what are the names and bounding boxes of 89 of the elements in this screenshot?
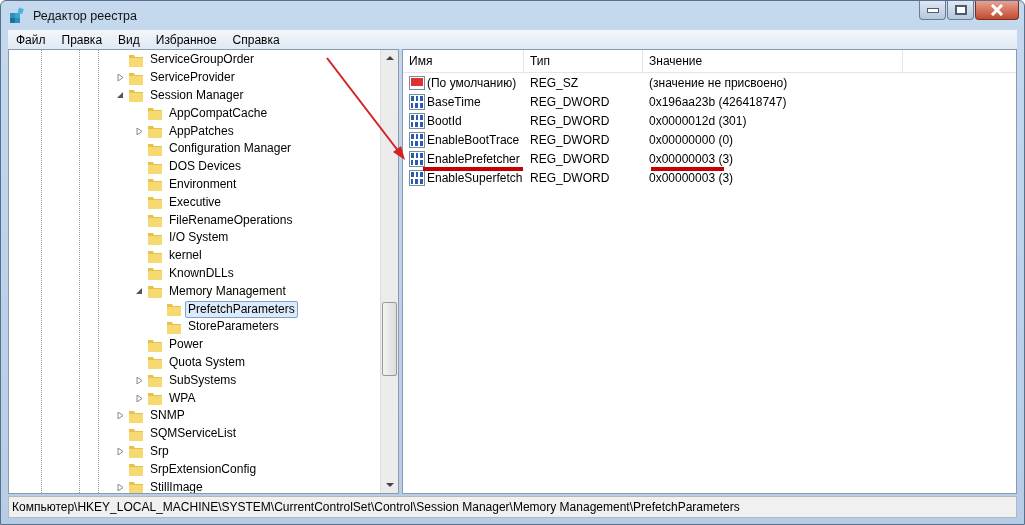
- value-type: REG_DWORD: [529, 132, 611, 147]
- string-value-icon: [409, 74, 425, 91]
- value-data: 0x00000000 (0): [648, 132, 735, 147]
- tree-item[interactable]: StoreParameters: [185, 318, 282, 336]
- tree-item[interactable]: Executive: [166, 193, 225, 211]
- value-type: REG_DWORD: [529, 170, 611, 185]
- expanded-triangle-icon[interactable]: [136, 287, 143, 295]
- value-type: REG_DWORD: [529, 94, 611, 109]
- tree-item[interactable]: SrpExtensionConfig: [147, 460, 260, 478]
- tree-item[interactable]: ServiceGroupOrder: [147, 51, 258, 69]
- tree-item[interactable]: Srp: [147, 442, 172, 460]
- value-name[interactable]: EnableSuperfetch: [427, 170, 523, 185]
- value-data: 0x00000003 (3): [648, 151, 735, 166]
- folder-icon: [147, 372, 163, 389]
- binary-value-icon: [409, 93, 425, 110]
- collapsed-triangle-icon[interactable]: [117, 447, 124, 455]
- value-type: REG_DWORD: [529, 113, 611, 128]
- folder-icon: [147, 194, 163, 211]
- folder-icon: [147, 105, 163, 122]
- menu-item[interactable]: Справка: [224, 32, 288, 47]
- value-type: REG_SZ: [529, 75, 579, 90]
- menu-item[interactable]: Избранное: [147, 32, 225, 47]
- tree-item[interactable]: Session Manager: [147, 87, 247, 104]
- tree-item[interactable]: Environment: [166, 175, 240, 193]
- value-name[interactable]: BaseTime: [427, 94, 481, 109]
- folder-icon: [128, 479, 144, 493]
- folder-icon: [147, 390, 163, 407]
- window-title: Редактор реестра: [33, 8, 138, 23]
- collapsed-triangle-icon[interactable]: [117, 74, 124, 82]
- binary-value-icon: [409, 112, 425, 129]
- vertical-scrollbar[interactable]: [380, 50, 398, 493]
- tree-item[interactable]: DOS Devices: [166, 158, 245, 176]
- tree-item[interactable]: kernel: [166, 247, 205, 265]
- close-button[interactable]: [975, 1, 1019, 20]
- tree-item[interactable]: Quota System: [166, 353, 249, 371]
- tree-item[interactable]: AppPatches: [166, 122, 237, 140]
- binary-value-icon: [409, 150, 425, 167]
- collapsed-triangle-icon[interactable]: [136, 376, 143, 384]
- value-name[interactable]: EnableBootTrace: [427, 132, 520, 147]
- folder-icon: [128, 461, 144, 478]
- maximize-button[interactable]: [947, 1, 974, 20]
- tree-item[interactable]: SubSystems: [166, 371, 240, 389]
- tree-item[interactable]: KnownDLLs: [166, 264, 237, 282]
- tree-item[interactable]: SNMP: [147, 407, 188, 425]
- value-name[interactable]: BootId: [427, 113, 462, 128]
- value-name[interactable]: (По умолчанию): [427, 75, 517, 90]
- value-data: 0x00000003 (3): [648, 170, 735, 185]
- folder-icon: [147, 283, 163, 300]
- column-header[interactable]: Имя: [403, 50, 524, 72]
- expanded-triangle-icon[interactable]: [117, 92, 124, 99]
- binary-value-icon: [409, 169, 425, 186]
- tree-item[interactable]: AppCompatCache: [166, 104, 271, 122]
- tree-item[interactable]: StillImage: [147, 478, 206, 493]
- menu-item[interactable]: Правка: [53, 32, 111, 47]
- menu-item[interactable]: Файл: [8, 32, 54, 47]
- tree-item[interactable]: I/O System: [166, 229, 232, 247]
- folder-icon: [166, 301, 182, 318]
- tree-item[interactable]: ServiceProvider: [147, 69, 238, 87]
- value-data: 0x0000012d (301): [648, 113, 748, 128]
- status-path: Компьютер\HKEY_LOCAL_MACHINE\SYSTEM\CurrentControlSet\Control\Session Manager\Memory Management\PrefetchParameters: [12, 500, 740, 514]
- tree-item[interactable]: WPA: [166, 389, 199, 407]
- collapsed-triangle-icon[interactable]: [117, 483, 124, 491]
- collapsed-triangle-icon[interactable]: [136, 394, 143, 402]
- tree-item[interactable]: Power: [166, 336, 206, 354]
- tree-item[interactable]: SQMServiceList: [147, 425, 240, 443]
- tree-item[interactable]: FileRenameOperations: [166, 211, 296, 229]
- tree-item[interactable]: Memory Management: [166, 282, 289, 300]
- value-data: 0x196aa23b (426418747): [648, 94, 788, 109]
- collapsed-triangle-icon[interactable]: [136, 127, 143, 135]
- folder-icon: [128, 443, 144, 460]
- folder-icon: [147, 123, 163, 140]
- value-data: (значение не присвоено): [648, 75, 789, 90]
- folder-icon: [147, 176, 163, 193]
- minimize-button[interactable]: [919, 1, 946, 20]
- binary-value-icon: [409, 131, 425, 148]
- folder-icon: [147, 354, 163, 371]
- folder-icon: [128, 87, 144, 104]
- menu-item[interactable]: Вид: [110, 32, 148, 47]
- registry-cubes-icon: [9, 6, 27, 25]
- tree-item[interactable]: Configuration Manager: [166, 140, 295, 158]
- folder-icon: [147, 212, 163, 229]
- close-icon: [990, 4, 1004, 16]
- collapsed-triangle-icon[interactable]: [117, 412, 124, 420]
- tree-item[interactable]: PrefetchParameters: [185, 300, 298, 318]
- folder-icon: [147, 265, 163, 282]
- column-header[interactable]: Значение: [643, 50, 903, 72]
- value-name[interactable]: EnablePrefetcher: [427, 151, 520, 166]
- column-header[interactable]: Тип: [524, 50, 643, 72]
- value-type: REG_DWORD: [529, 151, 611, 166]
